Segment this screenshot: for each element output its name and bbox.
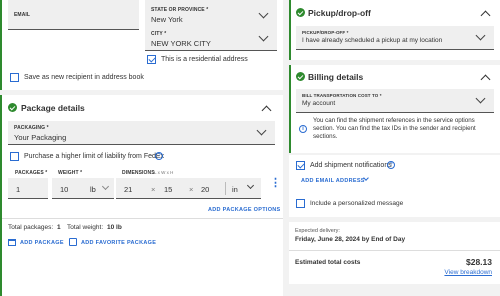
times-sign: ×	[151, 185, 156, 194]
billing-info-text: You can find the shipment references in …	[313, 117, 476, 141]
weight-input[interactable]: 10 lb	[52, 178, 114, 199]
check-circle-icon	[296, 8, 305, 17]
email-field[interactable]: EMAIL	[8, 0, 139, 30]
dim-length: 21	[124, 185, 133, 194]
add-package-button[interactable]: ADD PACKAGE	[20, 240, 64, 246]
notifications-checkbox[interactable]	[296, 161, 305, 170]
dim-width: 15	[164, 185, 173, 194]
dimensions-label: DIMENSIONS	[122, 170, 155, 176]
notifications-card: Add shipment notifications ? ADD EMAIL A…	[289, 155, 500, 217]
package-title: Package details	[21, 103, 85, 113]
chevron-down-icon	[246, 181, 255, 190]
city-label: CITY *	[151, 31, 167, 37]
residential-checkbox[interactable]	[147, 55, 156, 64]
add-email-link[interactable]: ADD EMAIL ADDRESS	[301, 178, 365, 184]
divider	[2, 218, 283, 219]
chevron-down-icon	[256, 125, 267, 136]
package-card: Package details PACKAGING * Your Packagi…	[0, 95, 283, 296]
check-circle-icon	[8, 103, 17, 112]
dimensions-hint: L x W x H	[154, 170, 174, 175]
chevron-up-icon[interactable]	[480, 74, 491, 85]
packages-input[interactable]: 1	[8, 178, 48, 199]
chevron-up-icon[interactable]	[261, 105, 272, 116]
total-weight-label: Total weight:	[67, 224, 104, 231]
personalized-message-label: Include a personalized message	[310, 200, 404, 207]
notifications-label: Add shipment notifications	[310, 162, 392, 169]
weight-label: WEIGHT *	[58, 170, 83, 176]
liability-label: Purchase a higher limit of liability fro…	[24, 153, 165, 160]
city-value: NEW YORK CITY	[151, 39, 211, 48]
packaging-label: PACKAGING *	[14, 125, 49, 131]
chevron-down-icon	[475, 93, 486, 104]
dim-unit[interactable]: in	[232, 185, 238, 194]
weight-unit[interactable]: lb	[90, 185, 96, 194]
cost-value: $28.13	[466, 257, 492, 267]
chevron-down-icon	[258, 8, 269, 19]
help-icon[interactable]: ?	[155, 152, 163, 160]
chevron-up-icon[interactable]	[480, 10, 491, 21]
billing-title: Billing details	[308, 72, 364, 82]
bill-to-label: BILL TRANSPORTATION COST TO *	[302, 93, 382, 98]
favorite-package-icon	[69, 238, 77, 246]
dimensions-input[interactable]: 21 × 15 × 20 in	[116, 178, 261, 199]
weight-value: 10	[60, 185, 69, 194]
total-packages-label: Total packages:	[8, 224, 54, 231]
total-packages-value: 1	[57, 224, 61, 231]
times-sign: ×	[189, 185, 194, 194]
help-icon[interactable]: ?	[387, 161, 395, 169]
check-circle-icon	[296, 72, 305, 81]
email-label: EMAIL	[14, 12, 31, 18]
packaging-select[interactable]: PACKAGING * Your Packaging	[8, 121, 275, 145]
state-value: New York	[151, 15, 183, 24]
save-recipient-label: Save as new recipient in address book	[24, 74, 144, 81]
state-label: STATE OR PROVINCE *	[151, 7, 209, 13]
package-icon	[8, 239, 16, 246]
pickup-select[interactable]: PICKUP/DROP-OFF * I have already schedul…	[296, 26, 494, 50]
packages-value: 1	[16, 185, 21, 194]
bill-to-select[interactable]: BILL TRANSPORTATION COST TO * My account	[296, 89, 494, 113]
view-breakdown-link[interactable]: View breakdown	[444, 269, 492, 276]
billing-card: Billing details BILL TRANSPORTATION COST…	[289, 65, 500, 153]
dim-height: 20	[201, 185, 210, 194]
delivery-label: Expected delivery:	[295, 228, 340, 234]
delivery-value: Friday, June 28, 2024 by End of Day	[295, 236, 406, 243]
liability-checkbox[interactable]	[10, 152, 19, 161]
summary-card: Expected delivery: Friday, June 28, 2024…	[289, 222, 500, 284]
packaging-value: Your Packaging	[14, 133, 67, 142]
bill-to-value: My account	[302, 100, 336, 107]
personalized-message-checkbox[interactable]	[296, 199, 305, 208]
total-weight-value: 10 lb	[107, 224, 122, 231]
add-package-options-link[interactable]: ADD PACKAGE OPTIONS	[208, 207, 281, 213]
divider	[289, 250, 500, 251]
more-options-icon[interactable]: ⋮	[270, 178, 281, 189]
pickup-value: I have already scheduled a pickup at my …	[302, 37, 443, 44]
info-icon: i	[299, 125, 307, 133]
chevron-down-icon	[258, 31, 269, 42]
packages-label: PACKAGES *	[15, 170, 48, 176]
residential-label: This is a residential address	[161, 56, 248, 63]
cost-label: Estimated total costs	[295, 259, 361, 266]
recipient-card: EMAIL STATE OR PROVINCE * New York CITY …	[0, 0, 283, 90]
add-favorite-package-button[interactable]: ADD FAVORITE PACKAGE	[81, 240, 156, 246]
chevron-down-icon	[475, 30, 486, 41]
pickup-card: Pickup/drop-off PICKUP/DROP-OFF * I have…	[289, 0, 500, 60]
chevron-down-icon	[101, 182, 110, 191]
divider	[225, 182, 226, 195]
pickup-label: PICKUP/DROP-OFF *	[302, 30, 349, 35]
city-select[interactable]: CITY * NEW YORK CITY	[145, 26, 277, 51]
pickup-title: Pickup/drop-off	[308, 8, 371, 18]
save-recipient-checkbox[interactable]	[10, 73, 19, 82]
